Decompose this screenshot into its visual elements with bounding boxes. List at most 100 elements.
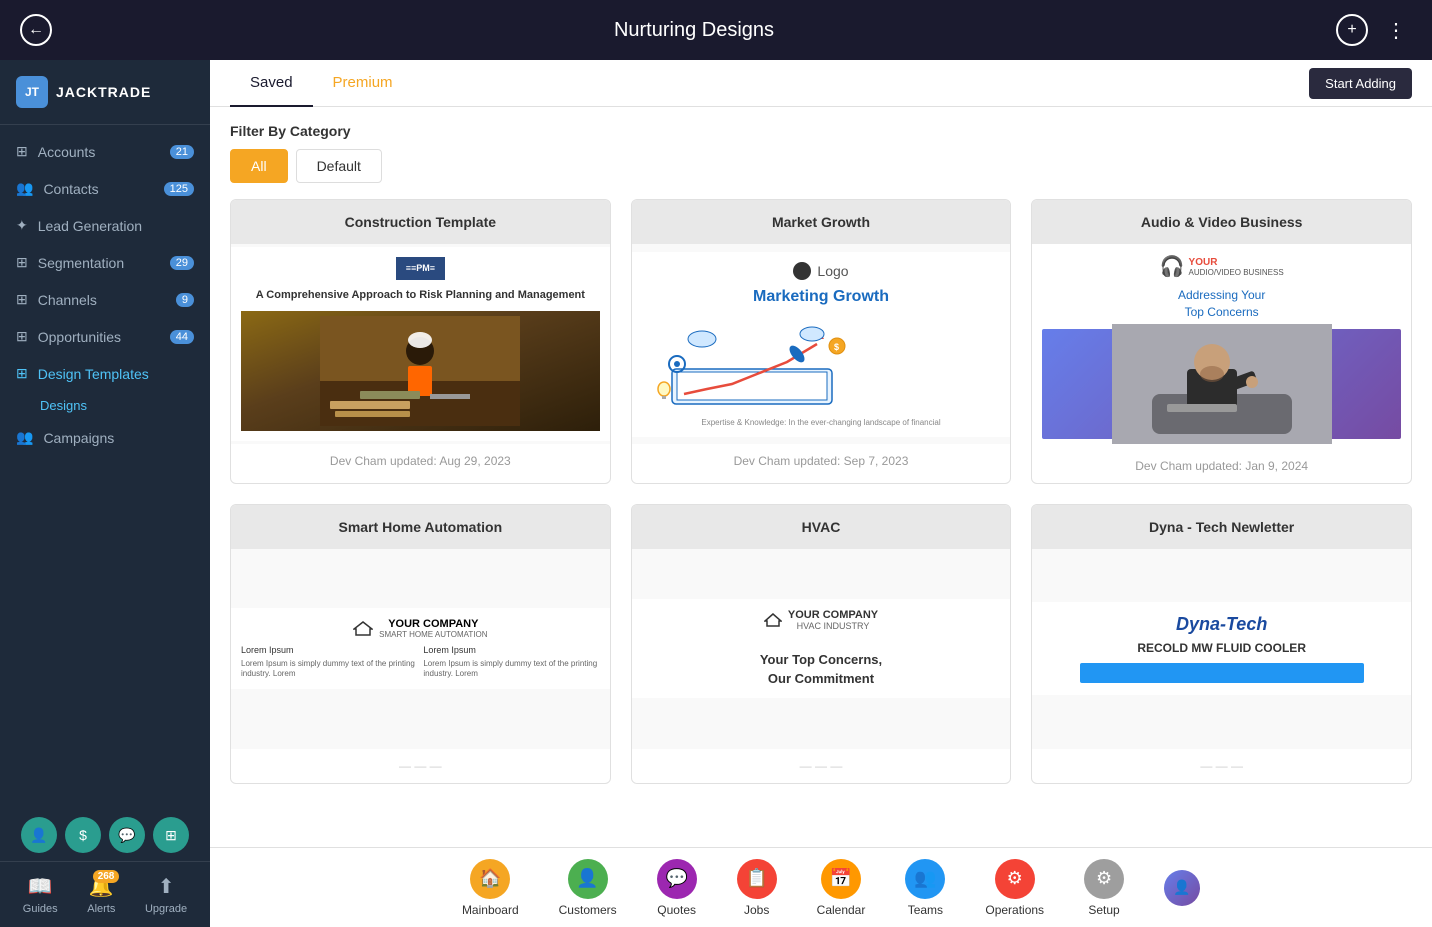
- smart-col-2: Lorem Ipsum Lorem Ipsum is simply dummy …: [423, 645, 599, 680]
- circle-btn-3[interactable]: 💬: [109, 817, 145, 853]
- hvac-brand: YOUR COMPANY: [788, 609, 878, 621]
- construction-image: [241, 311, 600, 431]
- market-logo: Logo: [793, 262, 848, 280]
- user-avatar[interactable]: 👤: [1164, 870, 1200, 906]
- customers-label: Customers: [559, 903, 617, 917]
- alerts-button[interactable]: 🔔 268 Alerts: [87, 874, 115, 915]
- template-hvac-body: YOUR COMPANY HVAC INDUSTRY Your Top Conc…: [632, 549, 1011, 749]
- start-adding-button[interactable]: Start Adding: [1309, 68, 1412, 99]
- smart-col1-title: Lorem Ipsum: [241, 645, 417, 655]
- filter-default-button[interactable]: Default: [296, 149, 382, 183]
- upgrade-label: Upgrade: [145, 903, 187, 915]
- setup-icon: ⚙: [1084, 859, 1124, 899]
- tab-bar: Saved Premium Start Adding: [210, 60, 1432, 107]
- sidebar-item-label: Lead Generation: [38, 218, 142, 234]
- teams-icon: 👥: [905, 859, 945, 899]
- nav-teams[interactable]: 👥 Teams: [885, 853, 965, 923]
- logo-icon: JT: [16, 76, 48, 108]
- sidebar-bottom-circles: 👤 $ 💬 ⊞: [0, 809, 210, 861]
- mainboard-icon: 🏠: [470, 859, 510, 899]
- smart-col1-body: Lorem Ipsum is simply dummy text of the …: [241, 659, 417, 680]
- tab-saved[interactable]: Saved: [230, 60, 313, 107]
- nav-setup[interactable]: ⚙ Setup: [1064, 853, 1144, 923]
- template-card-hvac[interactable]: HVAC YOUR COMPANY HVAC IND: [631, 504, 1012, 784]
- headphone-icon: 🎧: [1160, 254, 1185, 279]
- nav-calendar[interactable]: 📅 Calendar: [797, 853, 886, 923]
- dyna-bar: [1080, 663, 1364, 683]
- top-bar: ← Nurturing Designs + ⋮: [0, 0, 1432, 60]
- templates-grid: Construction Template ≡≡PM≡ A Comprehens…: [230, 199, 1412, 784]
- hvac-content1: Your Top Concerns,: [760, 651, 882, 669]
- nav-customers[interactable]: 👤 Customers: [539, 853, 637, 923]
- template-market-title: Market Growth: [632, 200, 1011, 244]
- sidebar-item-campaigns[interactable]: 👥 Campaigns: [0, 419, 210, 456]
- nav-operations[interactable]: ⚙ Operations: [965, 853, 1064, 923]
- upgrade-icon: ⬆: [158, 874, 175, 899]
- alerts-badge: 268: [93, 870, 120, 883]
- sidebar-item-lead-generation[interactable]: ✦ Lead Generation: [0, 207, 210, 244]
- construction-subtitle: A Comprehensive Approach to Risk Plannin…: [256, 288, 585, 303]
- more-icon: ⋮: [1386, 18, 1406, 43]
- top-bar-right: + ⋮: [1336, 14, 1412, 46]
- template-hvac-title: HVAC: [632, 505, 1011, 549]
- template-dyna-footer: — — —: [1032, 749, 1411, 783]
- dyna-product: RECOLD MW FLUID COOLER: [1137, 641, 1306, 655]
- filter-section: Filter By Category All Default: [210, 107, 1432, 199]
- sidebar-item-segmentation[interactable]: ⊞ Segmentation 29: [0, 244, 210, 281]
- sidebar-item-design-templates[interactable]: ⊞ Design Templates: [0, 355, 210, 392]
- audio-person-image: [1042, 329, 1401, 439]
- sidebar-item-opportunities[interactable]: ⊞ Opportunities 44: [0, 318, 210, 355]
- sidebar-item-channels[interactable]: ⊞ Channels 9: [0, 281, 210, 318]
- accounts-badge: 21: [170, 145, 194, 159]
- guides-button[interactable]: 📖 Guides: [23, 874, 58, 915]
- opportunities-icon: ⊞: [16, 328, 28, 345]
- template-smart-title: Smart Home Automation: [231, 505, 610, 549]
- filter-all-button[interactable]: All: [230, 149, 288, 183]
- template-card-smart[interactable]: Smart Home Automation YOUR COMPANY: [230, 504, 611, 784]
- nav-jobs[interactable]: 📋 Jobs: [717, 853, 797, 923]
- contacts-icon: 👥: [16, 180, 33, 197]
- template-card-market[interactable]: Market Growth Logo Marketing Growth: [631, 199, 1012, 484]
- template-card-audio[interactable]: Audio & Video Business 🎧 YOUR AUDIO/VIDE…: [1031, 199, 1412, 484]
- sidebar-logo: JT JACKTRADE: [0, 60, 210, 125]
- more-button[interactable]: ⋮: [1380, 14, 1412, 46]
- tab-premium[interactable]: Premium: [313, 60, 413, 107]
- hvac-industry: HVAC INDUSTRY: [788, 621, 878, 631]
- template-smart-body: YOUR COMPANY SMART HOME AUTOMATION Lorem…: [231, 549, 610, 749]
- sidebar-nav: ⊞ Accounts 21 👥 Contacts 125 ✦ Lead Gene…: [0, 125, 210, 809]
- accounts-icon: ⊞: [16, 143, 28, 160]
- template-construction-footer: Dev Cham updated: Aug 29, 2023: [231, 444, 610, 478]
- sidebar-item-label: Channels: [38, 292, 97, 308]
- smart-brand: YOUR COMPANY: [379, 618, 487, 630]
- circle-btn-1[interactable]: 👤: [21, 817, 57, 853]
- hvac-content2: Our Commitment: [760, 670, 882, 688]
- sidebar-item-accounts[interactable]: ⊞ Accounts 21: [0, 133, 210, 170]
- smart-col2-title: Lorem Ipsum: [423, 645, 599, 655]
- back-button[interactable]: ←: [20, 14, 52, 46]
- chart-svg: $: [642, 314, 862, 414]
- content-area: Saved Premium Start Adding Filter By Cat…: [210, 60, 1432, 927]
- sidebar-item-contacts[interactable]: 👥 Contacts 125: [0, 170, 210, 207]
- quotes-icon: 💬: [657, 859, 697, 899]
- upgrade-button[interactable]: ⬆ Upgrade: [145, 874, 187, 915]
- nav-mainboard[interactable]: 🏠 Mainboard: [442, 853, 539, 923]
- opportunities-badge: 44: [170, 330, 194, 344]
- smart-preview: YOUR COMPANY SMART HOME AUTOMATION Lorem…: [231, 608, 610, 690]
- teams-label: Teams: [908, 903, 943, 917]
- dyna-brand: Dyna-Tech: [1176, 614, 1267, 635]
- template-dyna-title: Dyna - Tech Newletter: [1032, 505, 1411, 549]
- circle-btn-4[interactable]: ⊞: [153, 817, 189, 853]
- jobs-icon: 📋: [737, 859, 777, 899]
- template-card-construction[interactable]: Construction Template ≡≡PM≡ A Comprehens…: [230, 199, 611, 484]
- sidebar-subitem-designs[interactable]: Designs: [0, 392, 210, 419]
- construction-svg: [320, 316, 520, 426]
- template-market-body: Logo Marketing Growth: [632, 244, 1011, 444]
- calendar-label: Calendar: [817, 903, 866, 917]
- add-button[interactable]: +: [1336, 14, 1368, 46]
- hvac-logo: YOUR COMPANY HVAC INDUSTRY: [764, 609, 878, 631]
- circle-btn-2[interactable]: $: [65, 817, 101, 853]
- nav-quotes[interactable]: 💬 Quotes: [637, 853, 717, 923]
- template-card-dyna[interactable]: Dyna - Tech Newletter Dyna-Tech RECOLD M…: [1031, 504, 1412, 784]
- sidebar-item-label: Segmentation: [38, 255, 124, 271]
- bottom-nav: 🏠 Mainboard 👤 Customers 💬 Quotes 📋 Jobs …: [210, 847, 1432, 927]
